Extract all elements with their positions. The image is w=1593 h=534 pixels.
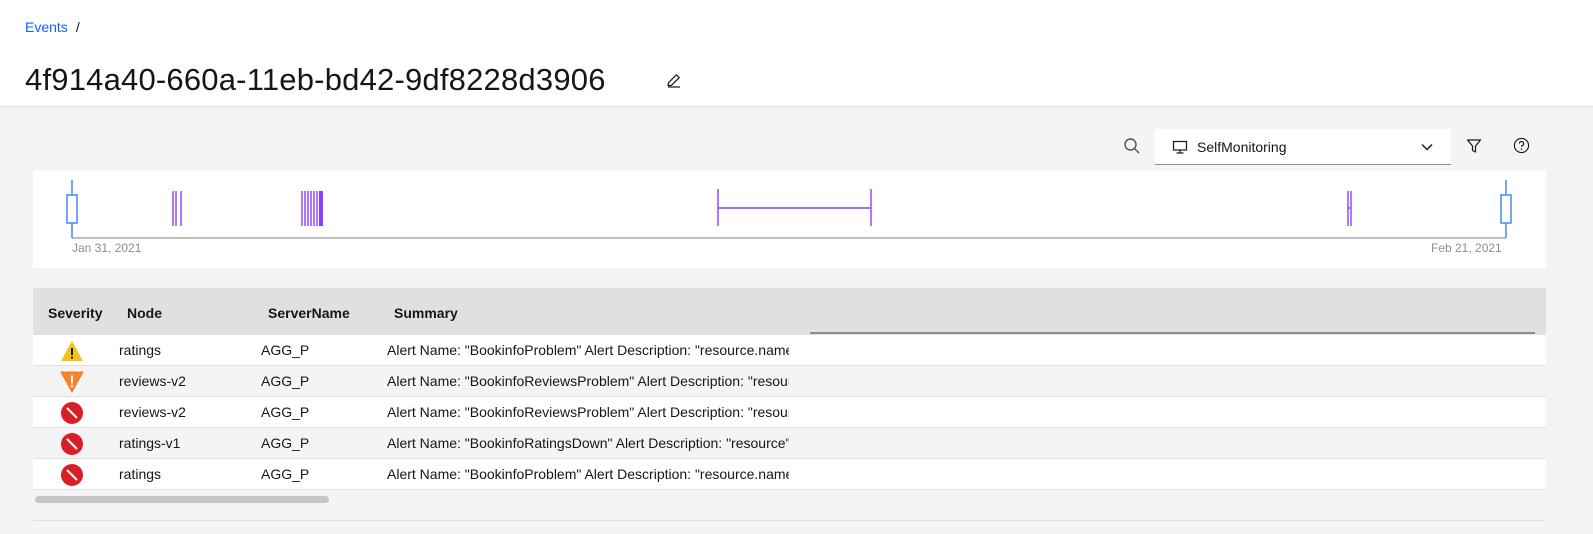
cell-node: ratings <box>119 342 162 358</box>
cell-servername: AGG_P <box>261 466 310 482</box>
column-header-node[interactable]: Node <box>127 305 162 321</box>
table-bottom-divider <box>33 520 1546 521</box>
dropdown-selected-label: SelfMonitoring <box>1197 138 1287 155</box>
horizontal-scrollbar[interactable] <box>33 493 789 505</box>
cell-servername: AGG_P <box>261 373 310 389</box>
warning-icon <box>61 341 83 361</box>
events-table: Severity Node ServerName Summary ratings… <box>33 288 1546 505</box>
cell-servername: AGG_P <box>261 342 310 358</box>
table-row[interactable]: ratings AGG_P Alert Name: "BookinfoProbl… <box>33 459 1546 490</box>
table-row[interactable]: ratings-v1 AGG_P Alert Name: "BookinfoRa… <box>33 428 1546 459</box>
cell-node: ratings-v1 <box>119 435 181 451</box>
column-resize-indicator <box>810 332 1535 334</box>
cell-summary: Alert Name: "BookinfoReviewsProblem" Ale… <box>387 404 789 420</box>
timeline-start-date: Jan 31, 2021 <box>72 241 142 255</box>
monitor-icon <box>1172 140 1188 154</box>
page-title: 4f914a40-660a-11eb-bd42-9df8228d3906 <box>25 62 606 97</box>
critical-icon <box>61 464 83 486</box>
cell-summary: Alert Name: "BookinfoProblem" Alert Desc… <box>387 342 789 358</box>
cell-summary: Alert Name: "BookinfoProblem" Alert Desc… <box>387 466 789 482</box>
cell-node: reviews-v2 <box>119 373 186 389</box>
critical-icon <box>61 433 83 455</box>
page-header: Events / 4f914a40-660a-11eb-bd42-9df8228… <box>0 0 1593 107</box>
edit-icon[interactable] <box>666 72 682 88</box>
column-header-severity[interactable]: Severity <box>48 305 102 321</box>
help-icon[interactable] <box>1513 137 1530 154</box>
timeline-end-date: Feb 21, 2021 <box>1431 241 1502 255</box>
source-dropdown[interactable]: SelfMonitoring <box>1155 129 1451 165</box>
breadcrumb: Events / <box>25 19 80 35</box>
cell-node: reviews-v2 <box>119 404 186 420</box>
cell-servername: AGG_P <box>261 435 310 451</box>
timeline-graph <box>66 180 1512 239</box>
table-row[interactable]: ratings AGG_P Alert Name: "BookinfoProbl… <box>33 335 1546 366</box>
column-header-servername[interactable]: ServerName <box>268 305 350 321</box>
critical-icon <box>61 402 83 424</box>
table-header: Severity Node ServerName Summary <box>33 288 1546 335</box>
timeline-end-handle[interactable] <box>1500 194 1512 224</box>
table-row[interactable]: reviews-v2 AGG_P Alert Name: "BookinfoRe… <box>33 366 1546 397</box>
chevron-down-icon <box>1421 144 1433 151</box>
cell-summary: Alert Name: "BookinfoRatingsDown" Alert … <box>387 435 789 451</box>
column-header-summary[interactable]: Summary <box>394 305 458 321</box>
search-icon[interactable] <box>1123 137 1141 155</box>
table-row[interactable]: reviews-v2 AGG_P Alert Name: "BookinfoRe… <box>33 397 1546 428</box>
scrollbar-thumb[interactable] <box>35 496 329 503</box>
filter-icon[interactable] <box>1466 138 1482 154</box>
timeline-start-handle[interactable] <box>66 194 78 224</box>
event-timeline[interactable]: Jan 31, 2021 Feb 21, 2021 <box>33 170 1546 268</box>
cell-node: ratings <box>119 466 162 482</box>
cell-summary: Alert Name: "BookinfoReviewsProblem" Ale… <box>387 373 789 389</box>
cell-servername: AGG_P <box>261 404 310 420</box>
minor-severity-icon <box>60 371 84 393</box>
breadcrumb-events-link[interactable]: Events <box>25 19 68 35</box>
breadcrumb-separator: / <box>75 19 80 35</box>
